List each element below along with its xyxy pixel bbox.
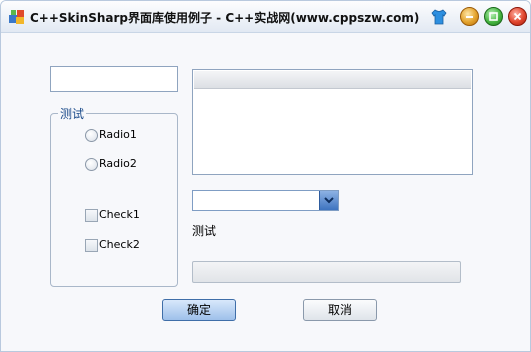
radio2-label[interactable]: Radio2 bbox=[99, 157, 137, 170]
minimize-icon bbox=[466, 16, 473, 18]
skin-shirt-icon[interactable] bbox=[430, 8, 448, 26]
maximize-button[interactable] bbox=[484, 7, 503, 26]
close-button[interactable] bbox=[508, 7, 527, 26]
title-bar[interactable]: C++SkinSharp界面库使用例子 - C++实战网(www.cppszw.… bbox=[1, 1, 530, 33]
radio1-label[interactable]: Radio1 bbox=[99, 128, 137, 141]
radio2-button[interactable] bbox=[85, 158, 98, 171]
check1-checkbox[interactable] bbox=[85, 209, 98, 222]
groupbox-label: 测试 bbox=[58, 105, 87, 122]
app-icon bbox=[9, 10, 24, 24]
text-input[interactable] bbox=[50, 66, 178, 92]
progress-bar bbox=[192, 261, 461, 283]
static-label: 测试 bbox=[192, 224, 217, 238]
window-title: C++SkinSharp界面库使用例子 - C++实战网(www.cppszw.… bbox=[30, 11, 420, 25]
combo-dropdown-button[interactable] bbox=[319, 191, 338, 210]
check2-checkbox[interactable] bbox=[85, 239, 98, 252]
combo-box[interactable] bbox=[192, 190, 339, 211]
maximize-icon bbox=[489, 12, 498, 21]
list-view[interactable] bbox=[192, 69, 473, 175]
chevron-down-icon bbox=[324, 197, 334, 204]
ok-button[interactable]: 确定 bbox=[162, 299, 236, 321]
minimize-button[interactable] bbox=[460, 7, 479, 26]
check2-label[interactable]: Check2 bbox=[99, 238, 140, 251]
check1-label[interactable]: Check1 bbox=[99, 208, 140, 221]
radio1-button[interactable] bbox=[85, 129, 98, 142]
cancel-button[interactable]: 取消 bbox=[303, 299, 377, 321]
main-window: C++SkinSharp界面库使用例子 - C++实战网(www.cppszw.… bbox=[0, 0, 531, 352]
list-header[interactable] bbox=[194, 71, 471, 89]
close-icon bbox=[513, 12, 522, 21]
